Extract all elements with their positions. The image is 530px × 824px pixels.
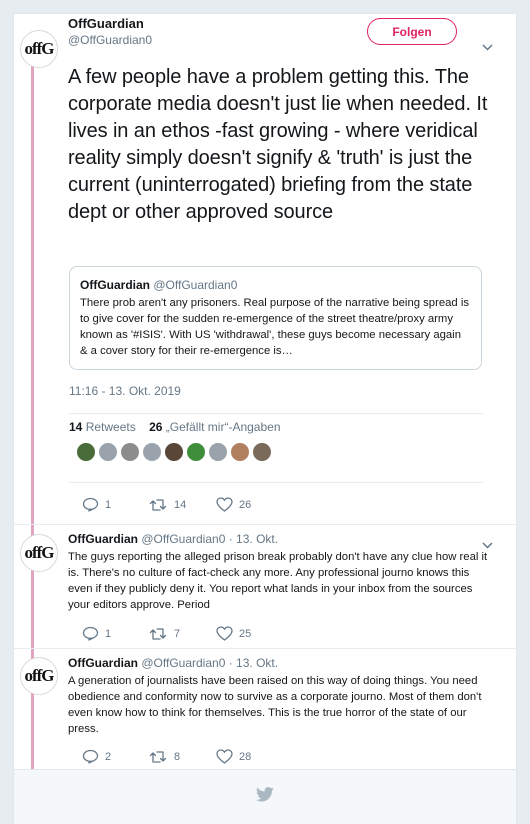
like-count: 25 bbox=[239, 627, 252, 640]
heart-icon bbox=[216, 749, 233, 764]
reply-1-actions: 1 7 25 bbox=[68, 626, 251, 641]
liker-avatar[interactable] bbox=[187, 443, 205, 461]
divider bbox=[14, 524, 516, 525]
liker-avatar[interactable] bbox=[143, 443, 161, 461]
like-action[interactable]: 28 bbox=[216, 749, 251, 764]
reply-count: 1 bbox=[105, 498, 112, 511]
liker-avatar[interactable] bbox=[231, 443, 249, 461]
liker-avatar[interactable] bbox=[77, 443, 95, 461]
main-tweet-actions: 1 14 26 bbox=[68, 497, 251, 512]
main-tweet-text: A few people have a problem getting this… bbox=[68, 66, 488, 223]
footer-bar bbox=[13, 770, 517, 824]
retweet-count: 8 bbox=[174, 750, 181, 763]
retweet-action[interactable]: 7 bbox=[149, 627, 216, 641]
author-handle[interactable]: @OffGuardian0 bbox=[68, 33, 152, 47]
reply-count: 2 bbox=[105, 750, 112, 763]
like-count: 28 bbox=[239, 750, 252, 763]
divider bbox=[69, 413, 483, 414]
reply-tweet-1[interactable]: OffGuardian @OffGuardian0 · 13. Okt. The… bbox=[68, 532, 493, 613]
retweet-icon bbox=[149, 750, 167, 763]
twitter-bird-icon[interactable] bbox=[256, 787, 274, 807]
reply-2-header: OffGuardian @OffGuardian0 · 13. Okt. bbox=[68, 656, 493, 670]
reply-2-date[interactable]: · 13. Okt. bbox=[229, 656, 278, 670]
reply-1-text: The guys reporting the alleged prison br… bbox=[68, 551, 488, 611]
like-action[interactable]: 26 bbox=[216, 497, 251, 512]
follow-button[interactable]: Folgen bbox=[367, 18, 457, 45]
heart-icon bbox=[216, 497, 233, 512]
heart-icon bbox=[216, 626, 233, 641]
quote-author-handle: @OffGuardian0 bbox=[153, 278, 238, 292]
reply-2-author-name[interactable]: OffGuardian bbox=[68, 656, 138, 670]
avatar-logo: offG bbox=[24, 39, 54, 58]
like-count: 26 bbox=[239, 498, 252, 511]
retweet-action[interactable]: 14 bbox=[149, 498, 216, 512]
main-tweet-header: OffGuardian @OffGuardian0 bbox=[68, 16, 152, 47]
quote-text: There prob aren't any prisoners. Real pu… bbox=[80, 297, 469, 357]
reply-tweet-2[interactable]: OffGuardian @OffGuardian0 · 13. Okt. A g… bbox=[68, 656, 493, 737]
reply-2-actions: 2 8 28 bbox=[68, 749, 251, 764]
reply-1-header: OffGuardian @OffGuardian0 · 13. Okt. bbox=[68, 532, 493, 546]
reply-2-avatar[interactable]: offG bbox=[20, 657, 58, 695]
chevron-down-icon[interactable] bbox=[482, 38, 493, 54]
reply-icon bbox=[82, 749, 99, 764]
likes-stat[interactable]: 26 „Gefällt mir“-Angaben bbox=[149, 420, 280, 434]
quoted-tweet[interactable]: OffGuardian @OffGuardian0 There prob are… bbox=[69, 266, 482, 370]
reply-2-handle[interactable]: @OffGuardian0 bbox=[141, 656, 225, 670]
reply-1-avatar[interactable]: offG bbox=[20, 534, 58, 572]
reply-1-author-name[interactable]: OffGuardian bbox=[68, 532, 138, 546]
retweet-action[interactable]: 8 bbox=[149, 750, 216, 764]
reply-2-text: A generation of journalists have been ra… bbox=[68, 675, 482, 735]
liker-avatar[interactable] bbox=[165, 443, 183, 461]
liker-avatar[interactable] bbox=[253, 443, 271, 461]
like-action[interactable]: 25 bbox=[216, 626, 251, 641]
reply-1-date[interactable]: · 13. Okt. bbox=[229, 532, 278, 546]
reply-action[interactable]: 2 bbox=[82, 749, 149, 764]
retweet-count: 7 bbox=[174, 627, 181, 640]
quote-author-name: OffGuardian bbox=[80, 278, 151, 292]
likers-avatars bbox=[77, 443, 271, 461]
retweets-stat[interactable]: 14 Retweets bbox=[69, 420, 136, 434]
retweet-icon bbox=[149, 498, 167, 511]
divider bbox=[69, 482, 483, 483]
reply-icon bbox=[82, 626, 99, 641]
liker-avatar[interactable] bbox=[121, 443, 139, 461]
tweet-stats: 14 Retweets 26 „Gefällt mir“-Angaben bbox=[69, 420, 281, 434]
divider bbox=[14, 648, 516, 649]
chevron-down-icon[interactable] bbox=[482, 536, 493, 552]
quote-header: OffGuardian @OffGuardian0 bbox=[80, 278, 471, 292]
author-avatar[interactable]: offG bbox=[20, 30, 58, 68]
reply-action[interactable]: 1 bbox=[82, 626, 149, 641]
retweet-icon bbox=[149, 627, 167, 640]
reply-1-handle[interactable]: @OffGuardian0 bbox=[141, 532, 225, 546]
reply-count: 1 bbox=[105, 627, 112, 640]
reply-action[interactable]: 1 bbox=[82, 497, 149, 512]
author-name[interactable]: OffGuardian bbox=[68, 16, 152, 31]
tweet-timestamp[interactable]: 11:16 - 13. Okt. 2019 bbox=[69, 384, 181, 398]
retweet-count: 14 bbox=[174, 498, 187, 511]
reply-icon bbox=[82, 497, 99, 512]
liker-avatar[interactable] bbox=[209, 443, 227, 461]
liker-avatar[interactable] bbox=[99, 443, 117, 461]
